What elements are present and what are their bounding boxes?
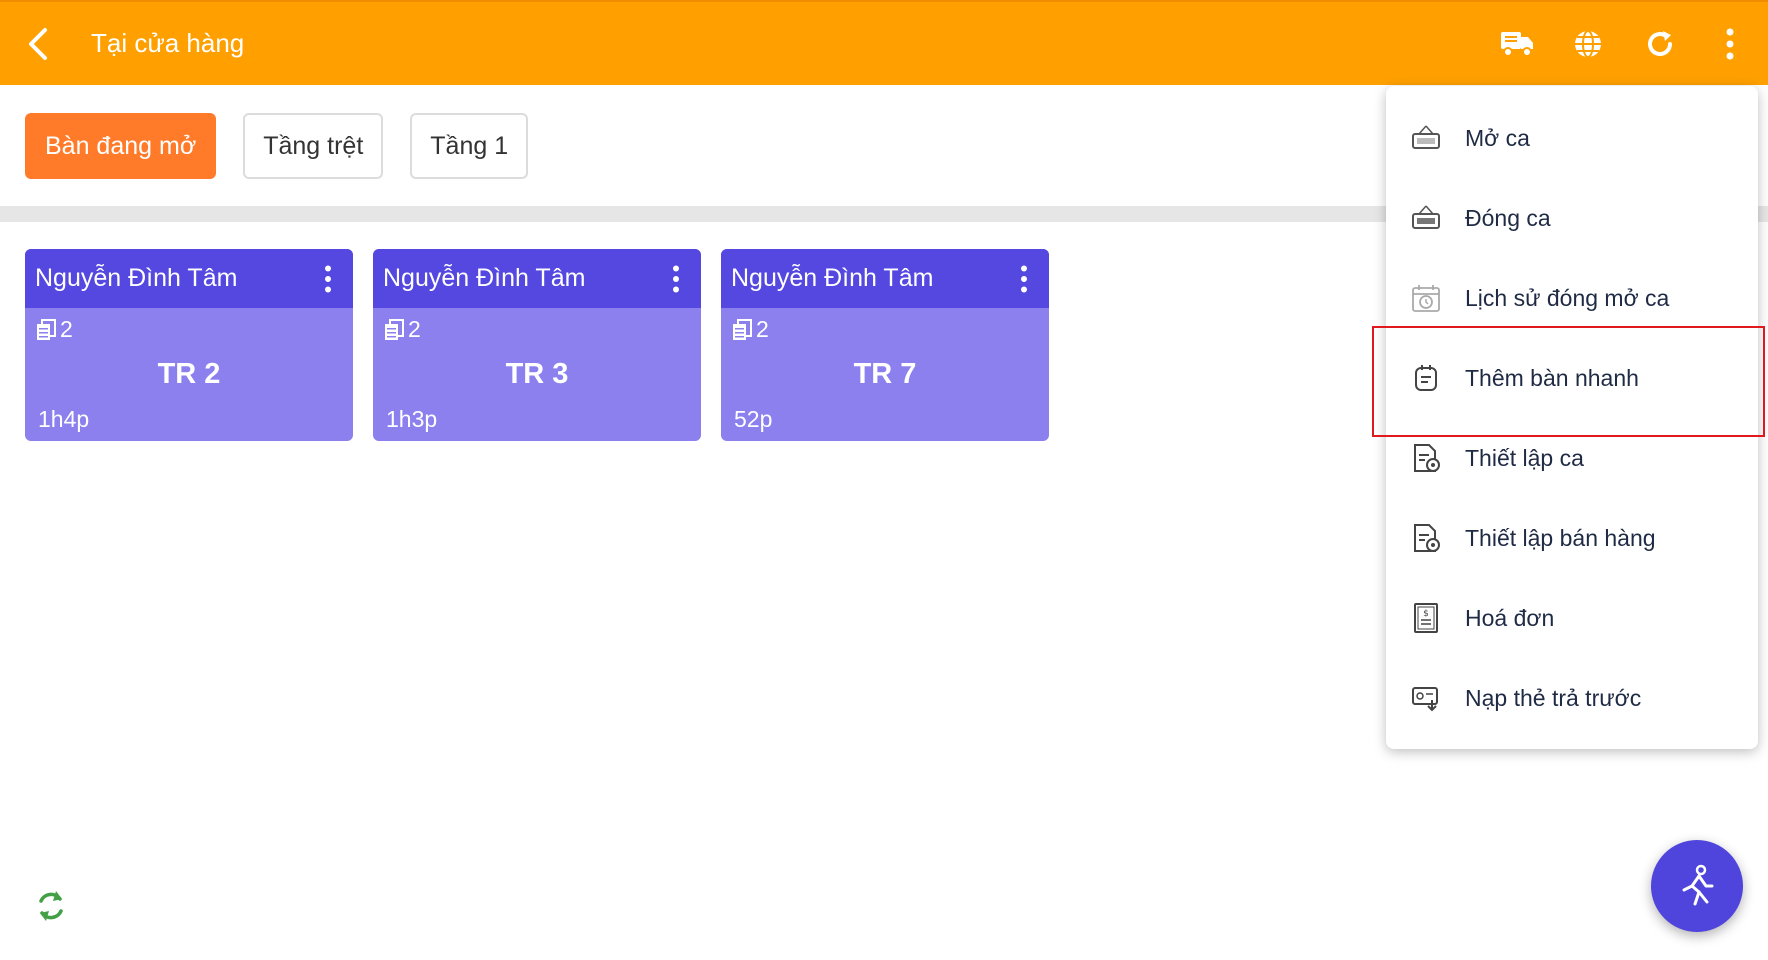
open-sign-icon — [1410, 122, 1442, 154]
closed-sign-icon — [1410, 202, 1442, 234]
table-count-value: 2 — [408, 316, 421, 342]
menu-item-label: Mở ca — [1465, 124, 1530, 151]
table-card[interactable]: Nguyễn Đình Tâm 2 TR 7 52p — [721, 249, 1049, 441]
refresh-button[interactable] — [1640, 24, 1680, 64]
back-arrow-icon — [29, 28, 47, 60]
menu-item-close-shift[interactable]: Đóng ca — [1386, 178, 1758, 258]
menu-item-label: Đóng ca — [1465, 204, 1551, 231]
table-order-count: 2 — [383, 316, 421, 343]
table-elapsed-time: 52p — [734, 406, 773, 432]
menu-item-label: Hoá đơn — [1465, 604, 1555, 631]
menu-item-open-shift[interactable]: Mở ca — [1386, 98, 1758, 178]
menu-item-label: Nạp thẻ trả trước — [1465, 684, 1642, 711]
order-copies-icon — [733, 318, 752, 340]
table-customer-name: Nguyễn Đình Tâm — [35, 264, 238, 292]
menu-item-label: Lịch sử đóng mở ca — [1465, 284, 1670, 311]
globe-icon — [1575, 30, 1601, 58]
filter-open-tables[interactable]: Bàn đang mở — [25, 113, 217, 179]
quick-action-fab[interactable] — [1651, 840, 1743, 932]
menu-item-shift-settings[interactable]: Thiết lập ca — [1386, 418, 1758, 498]
filter-floor-1[interactable]: Tầng 1 — [410, 113, 529, 179]
table-more-button[interactable] — [313, 259, 343, 299]
table-order-count: 2 — [35, 316, 73, 343]
table-card-header: Nguyễn Đình Tâm — [721, 249, 1049, 308]
table-customer-name: Nguyễn Đình Tâm — [731, 264, 934, 292]
overflow-menu: Mở ca Đóng ca Lịch sử đóng mở ca Thêm bà… — [1386, 86, 1758, 749]
table-card[interactable]: Nguyễn Đình Tâm 2 TR 2 1h4p — [25, 249, 353, 441]
language-button[interactable] — [1568, 24, 1608, 64]
table-customer-name: Nguyễn Đình Tâm — [383, 264, 586, 292]
table-code: TR 2 — [157, 358, 221, 390]
table-count-value: 2 — [756, 316, 769, 342]
refresh-icon — [1648, 31, 1672, 56]
more-vertical-icon — [325, 265, 331, 293]
menu-item-quick-add-table[interactable]: Thêm bàn nhanh — [1386, 338, 1758, 418]
document-settings-icon — [1410, 522, 1442, 554]
table-more-button[interactable] — [661, 259, 691, 299]
svg-text:$: $ — [1423, 609, 1429, 619]
menu-item-prepaid-card[interactable]: Nạp thẻ trả trước — [1386, 658, 1758, 738]
menu-item-label: Thiết lập bán hàng — [1465, 524, 1656, 551]
more-vertical-icon — [1726, 28, 1734, 60]
calendar-clock-icon — [1410, 282, 1442, 314]
quick-add-table-icon — [1410, 362, 1442, 394]
more-vertical-icon — [1021, 265, 1027, 293]
order-copies-icon — [37, 318, 56, 340]
more-vertical-icon — [673, 265, 679, 293]
table-count-value: 2 — [60, 316, 73, 342]
area-filter-bar: Bàn đang mở Tầng trệt Tầng 1 — [25, 113, 529, 179]
prepaid-card-icon — [1410, 682, 1442, 714]
more-menu-button[interactable] — [1710, 24, 1750, 64]
menu-item-label: Thiết lập ca — [1465, 444, 1584, 471]
table-code: TR 3 — [505, 358, 569, 390]
delivery-truck-icon — [1501, 32, 1533, 57]
sync-button[interactable] — [30, 885, 72, 927]
invoice-icon: $ — [1410, 602, 1442, 634]
delivery-button[interactable] — [1497, 24, 1537, 64]
sync-icon — [39, 891, 63, 921]
menu-item-label: Thêm bàn nhanh — [1465, 364, 1639, 391]
walking-person-icon — [1682, 864, 1714, 906]
table-card[interactable]: Nguyễn Đình Tâm 2 TR 3 1h3p — [373, 249, 701, 441]
page-title: Tại cửa hàng — [91, 28, 245, 58]
table-elapsed-time: 1h4p — [38, 406, 90, 432]
order-copies-icon — [385, 318, 404, 340]
back-button[interactable] — [18, 24, 58, 64]
table-more-button[interactable] — [1009, 259, 1039, 299]
menu-item-shift-history[interactable]: Lịch sử đóng mở ca — [1386, 258, 1758, 338]
table-elapsed-time: 1h3p — [386, 406, 438, 432]
table-card-header: Nguyễn Đình Tâm — [373, 249, 701, 308]
table-order-count: 2 — [731, 316, 769, 343]
menu-item-sales-settings[interactable]: Thiết lập bán hàng — [1386, 498, 1758, 578]
table-card-header: Nguyễn Đình Tâm — [25, 249, 353, 308]
top-app-bar: Tại cửa hàng — [0, 0, 1768, 85]
filter-ground-floor[interactable]: Tầng trệt — [243, 113, 384, 179]
document-settings-icon — [1410, 442, 1442, 474]
table-code: TR 7 — [853, 358, 917, 390]
menu-item-invoice[interactable]: $ Hoá đơn — [1386, 578, 1758, 658]
